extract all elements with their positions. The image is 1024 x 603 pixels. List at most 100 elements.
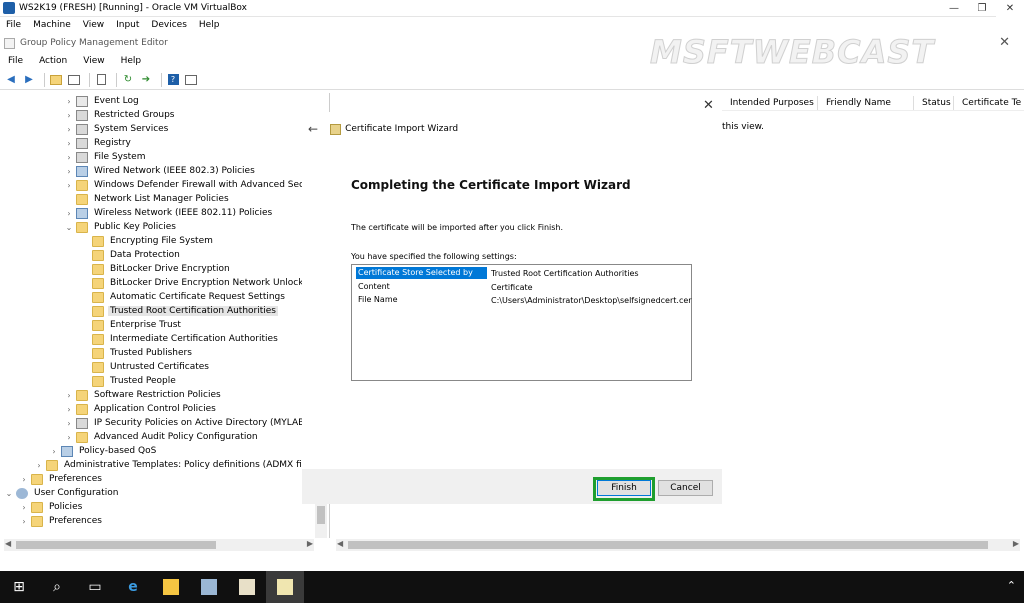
up-folder-icon[interactable] xyxy=(49,73,63,87)
tree-item[interactable]: Trusted Publishers xyxy=(80,346,194,360)
expand-arrow-icon[interactable]: › xyxy=(64,419,74,428)
menu-help[interactable]: Help xyxy=(193,20,226,30)
settings-row[interactable]: Content Certificate xyxy=(356,281,533,293)
menu-view[interactable]: View xyxy=(77,20,110,30)
menu-file[interactable]: File xyxy=(0,20,27,30)
tree-item[interactable]: › Advanced Audit Policy Configuration xyxy=(64,430,260,444)
column-intended-purposes[interactable]: Intended Purposes xyxy=(722,95,818,110)
details-horizontal-scrollbar[interactable]: ◀ ▶ xyxy=(336,539,1020,551)
tree-item-user-configuration[interactable]: ⌄ User Configuration xyxy=(4,486,120,500)
forward-arrow-icon[interactable]: ▶ xyxy=(22,73,36,87)
tree-item[interactable]: Enterprise Trust xyxy=(80,318,183,332)
expand-arrow-icon[interactable]: › xyxy=(64,433,74,442)
cancel-button[interactable]: Cancel xyxy=(658,480,713,496)
tree-item[interactable]: Data Protection xyxy=(80,248,182,262)
gpme-menu-action[interactable]: Action xyxy=(31,56,75,66)
tree-item[interactable]: › Windows Defender Firewall with Advanced… xyxy=(64,178,321,192)
menu-machine[interactable]: Machine xyxy=(27,20,77,30)
tree-item[interactable]: Automatic Certificate Request Settings xyxy=(80,290,287,304)
column-friendly-name[interactable]: Friendly Name xyxy=(818,95,914,110)
tree-item[interactable]: › Preferences xyxy=(19,472,104,486)
help-icon[interactable]: ? xyxy=(166,73,180,87)
internet-explorer-icon[interactable]: e xyxy=(114,571,152,603)
scroll-thumb[interactable] xyxy=(16,541,216,549)
settings-row[interactable]: Certificate Store Selected by User Trust… xyxy=(356,267,639,289)
expand-arrow-icon[interactable]: › xyxy=(49,447,59,456)
menu-input[interactable]: Input xyxy=(110,20,145,30)
notepad-icon[interactable] xyxy=(228,571,266,603)
properties-icon[interactable] xyxy=(94,73,108,87)
tree-item[interactable]: › Policy-based QoS xyxy=(49,444,158,458)
show-hide-tree-icon[interactable] xyxy=(67,73,81,87)
tree-item-public-key-policies[interactable]: ⌄ Public Key Policies xyxy=(64,220,178,234)
expand-arrow-icon[interactable]: › xyxy=(19,475,29,484)
expand-arrow-icon[interactable]: › xyxy=(34,461,44,470)
search-icon[interactable]: ⌕ xyxy=(38,571,76,603)
tree-item[interactable]: › Software Restriction Policies xyxy=(64,388,223,402)
scroll-left-icon[interactable]: ◀ xyxy=(5,539,11,548)
settings-row[interactable]: File Name C:\Users\Administrator\Desktop… xyxy=(356,294,692,306)
tree-item[interactable]: › Registry xyxy=(64,136,133,150)
collapse-arrow-icon[interactable]: ⌄ xyxy=(4,489,14,498)
scroll-right-icon[interactable]: ▶ xyxy=(1013,539,1019,548)
tree-item[interactable]: › Restricted Groups xyxy=(64,108,176,122)
maximize-icon[interactable]: ❐ xyxy=(968,0,996,17)
tree-item[interactable]: BitLocker Drive Encryption Network Unloc… xyxy=(80,276,320,290)
task-view-icon[interactable]: ▭ xyxy=(76,571,114,603)
expand-arrow-icon[interactable]: › xyxy=(19,503,29,512)
gpme-taskbar-icon[interactable] xyxy=(266,571,304,603)
scroll-thumb[interactable] xyxy=(317,506,325,524)
tree-item[interactable]: › Preferences xyxy=(19,514,104,528)
scroll-left-icon[interactable]: ◀ xyxy=(337,539,343,548)
tree-item[interactable]: › Policies xyxy=(19,500,84,514)
gpme-close-icon[interactable]: ✕ xyxy=(999,35,1010,50)
tree-item[interactable]: Untrusted Certificates xyxy=(80,360,211,374)
gpme-menu-view[interactable]: View xyxy=(75,56,112,66)
settings-list[interactable]: Certificate Store Selected by User Trust… xyxy=(351,264,692,381)
tree-horizontal-scrollbar[interactable]: ◀ ▶ xyxy=(4,539,314,551)
expand-arrow-icon[interactable]: › xyxy=(19,517,29,526)
tree-item[interactable]: Encrypting File System xyxy=(80,234,215,248)
file-explorer-icon[interactable] xyxy=(152,571,190,603)
export-list-icon[interactable]: ➔ xyxy=(139,73,153,87)
back-arrow-icon[interactable]: ← xyxy=(308,122,318,136)
tree-item[interactable]: › Application Control Policies xyxy=(64,402,218,416)
tree-item[interactable]: › File System xyxy=(64,150,147,164)
tray-chevron-icon[interactable]: ⌃ xyxy=(1007,579,1016,592)
tree-item[interactable]: Trusted People xyxy=(80,374,178,388)
tree-item[interactable]: › Event Log xyxy=(64,94,141,108)
expand-arrow-icon[interactable]: › xyxy=(64,181,74,190)
expand-arrow-icon[interactable]: › xyxy=(64,97,74,106)
tree-item[interactable]: Intermediate Certification Authorities xyxy=(80,332,280,346)
view-icon[interactable] xyxy=(184,73,198,87)
scroll-thumb[interactable] xyxy=(348,541,988,549)
tree-item[interactable]: › Wired Network (IEEE 802.3) Policies xyxy=(64,164,257,178)
back-arrow-icon[interactable]: ◀ xyxy=(4,73,18,87)
tree-item[interactable]: › Wireless Network (IEEE 802.11) Policies xyxy=(64,206,274,220)
tree-item[interactable]: Network List Manager Policies xyxy=(64,192,231,206)
windows-start-icon[interactable]: ⊞ xyxy=(0,571,38,603)
expand-arrow-icon[interactable]: › xyxy=(64,391,74,400)
scroll-right-icon[interactable]: ▶ xyxy=(307,539,313,548)
menu-devices[interactable]: Devices xyxy=(145,20,192,30)
expand-arrow-icon[interactable]: › xyxy=(64,405,74,414)
expand-arrow-icon[interactable]: › xyxy=(64,111,74,120)
expand-arrow-icon[interactable]: › xyxy=(64,125,74,134)
gpme-menu-file[interactable]: File xyxy=(0,56,31,66)
expand-arrow-icon[interactable]: › xyxy=(64,139,74,148)
column-status[interactable]: Status xyxy=(914,95,954,110)
tree-item[interactable]: › System Services xyxy=(64,122,170,136)
refresh-icon[interactable]: ↻ xyxy=(121,73,135,87)
tree-item-trusted-root-ca[interactable]: Trusted Root Certification Authorities xyxy=(80,304,278,318)
close-icon[interactable]: ✕ xyxy=(996,0,1024,17)
gpme-menu-help[interactable]: Help xyxy=(113,56,150,66)
server-manager-icon[interactable] xyxy=(190,571,228,603)
expand-arrow-icon[interactable]: › xyxy=(64,153,74,162)
tree-item[interactable]: › IP Security Policies on Active Director… xyxy=(64,416,321,430)
tree-item[interactable]: BitLocker Drive Encryption xyxy=(80,262,232,276)
minimize-icon[interactable]: — xyxy=(940,0,968,17)
collapse-arrow-icon[interactable]: ⌄ xyxy=(64,223,74,232)
column-certificate-template[interactable]: Certificate Te xyxy=(954,96,1024,110)
finish-button[interactable]: Finish xyxy=(597,480,651,496)
close-pane-icon[interactable]: ✕ xyxy=(703,98,714,113)
